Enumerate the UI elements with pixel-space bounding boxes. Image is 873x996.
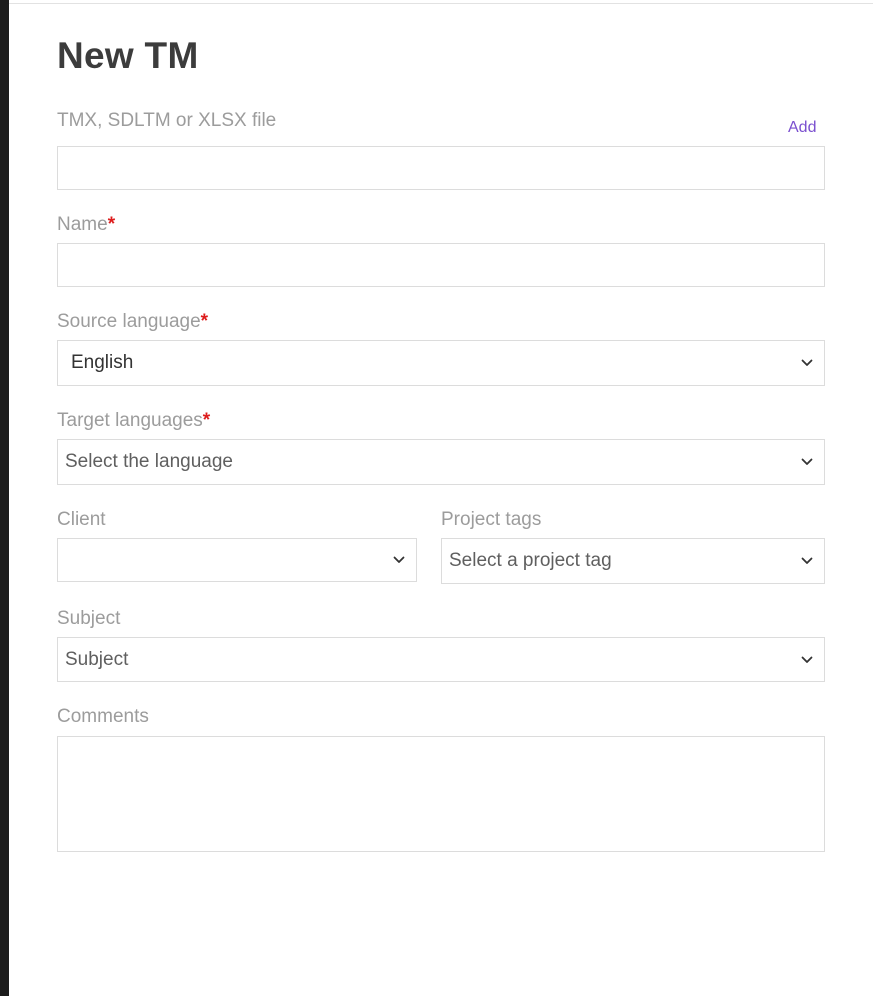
source-language-select[interactable]: English: [57, 340, 825, 386]
client-label: Client: [57, 509, 106, 530]
chevron-down-icon: [798, 354, 816, 372]
add-file-link[interactable]: Add: [788, 118, 816, 138]
client-select[interactable]: [57, 538, 417, 582]
source-language-label: Source language*: [57, 311, 209, 332]
top-divider: [9, 3, 873, 4]
page-title: New TM: [57, 35, 199, 76]
project-tags-label: Project tags: [441, 509, 542, 530]
required-mark: *: [107, 214, 116, 235]
comments-label: Comments: [57, 706, 149, 727]
required-mark: *: [202, 410, 211, 431]
target-languages-select[interactable]: Select the language: [57, 439, 825, 485]
name-label: Name*: [57, 214, 116, 235]
subject-placeholder: Subject: [65, 648, 129, 670]
target-languages-label: Target languages*: [57, 410, 211, 431]
name-input[interactable]: [57, 243, 825, 287]
project-tags-select[interactable]: Select a project tag: [441, 538, 825, 584]
target-languages-placeholder: Select the language: [65, 451, 233, 472]
comments-textarea[interactable]: [57, 736, 825, 852]
project-tags-placeholder: Select a project tag: [449, 550, 612, 571]
chevron-down-icon: [798, 453, 816, 471]
left-panel-edge: [0, 0, 9, 996]
required-mark: *: [200, 311, 209, 332]
subject-select[interactable]: Subject: [57, 637, 825, 682]
file-label: TMX, SDLTM or XLSX file: [57, 110, 277, 131]
source-language-value: English: [71, 352, 134, 373]
file-input[interactable]: [57, 146, 825, 190]
chevron-down-icon: [390, 551, 408, 569]
chevron-down-icon: [798, 651, 816, 669]
subject-label: Subject: [57, 608, 121, 629]
chevron-down-icon: [798, 552, 816, 570]
